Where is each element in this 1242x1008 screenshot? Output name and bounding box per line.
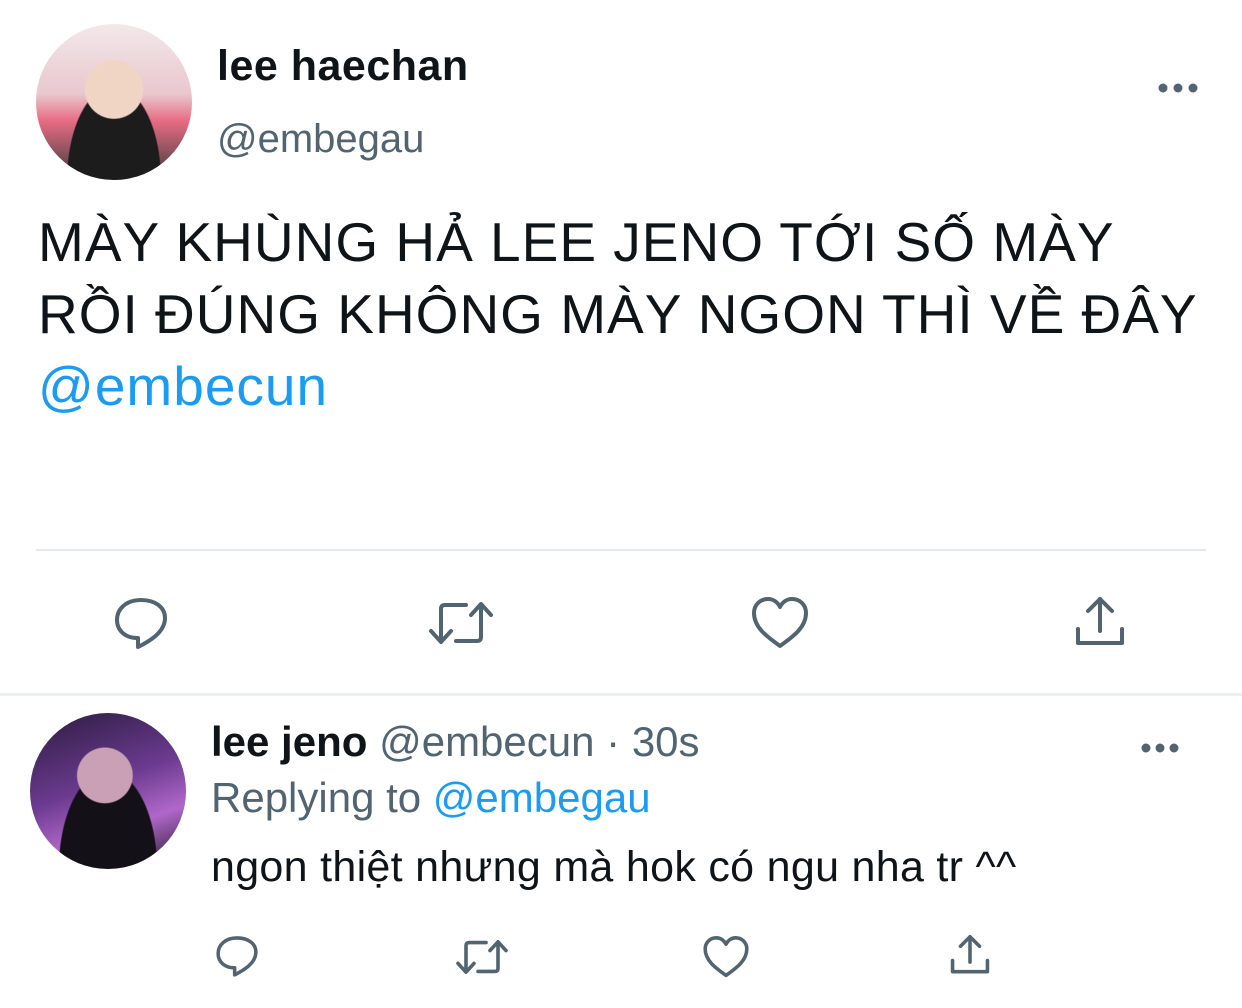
replying-to-link[interactable]: @embegau (433, 774, 651, 821)
more-icon[interactable] (1158, 64, 1198, 103)
author-name[interactable]: lee haechan (217, 42, 469, 91)
author-avatar[interactable] (36, 24, 192, 180)
tweet-text: MÀY KHÙNG HẢ LEE JENO TỚI SỐ MÀY RỒI ĐÚN… (38, 206, 1208, 422)
like-icon (752, 597, 808, 648)
author-handle[interactable]: @embegau (217, 117, 424, 162)
meta-separator: · (594, 718, 632, 765)
like-button[interactable] (700, 934, 752, 980)
reply-button[interactable] (212, 932, 262, 980)
share-button[interactable] (1068, 592, 1132, 652)
retweet-button[interactable] (452, 936, 512, 978)
retweet-icon (456, 940, 508, 974)
reply-author-avatar[interactable] (30, 713, 186, 869)
reply-header: lee jeno @embecun · 30s (211, 718, 700, 766)
retweet-icon (429, 602, 493, 644)
reply-text: ngon thiệt nhưng mà hok có ngu nha tr ^^ (211, 843, 1017, 891)
reply-icon (216, 936, 258, 977)
reply-author-name[interactable]: lee jeno (211, 718, 367, 765)
section-divider (0, 693, 1242, 696)
share-icon (1076, 597, 1124, 645)
reply-button[interactable] (108, 592, 174, 654)
reply-icon (115, 598, 167, 649)
share-icon (950, 934, 990, 974)
more-icon[interactable] (1141, 728, 1179, 762)
like-button[interactable] (748, 594, 812, 652)
replying-to: Replying to @embegau (211, 774, 651, 822)
retweet-button[interactable] (424, 596, 498, 650)
reply-timestamp[interactable]: 30s (632, 718, 700, 765)
divider (36, 549, 1206, 551)
mention-link[interactable]: @embecun (38, 355, 328, 417)
replying-prefix: Replying to (211, 774, 433, 821)
reply-author-handle[interactable]: @embecun (379, 718, 594, 765)
share-button[interactable] (944, 930, 996, 980)
like-icon (703, 936, 749, 978)
tweet-body: MÀY KHÙNG HẢ LEE JENO TỚI SỐ MÀY RỒI ĐÚN… (38, 211, 1197, 345)
